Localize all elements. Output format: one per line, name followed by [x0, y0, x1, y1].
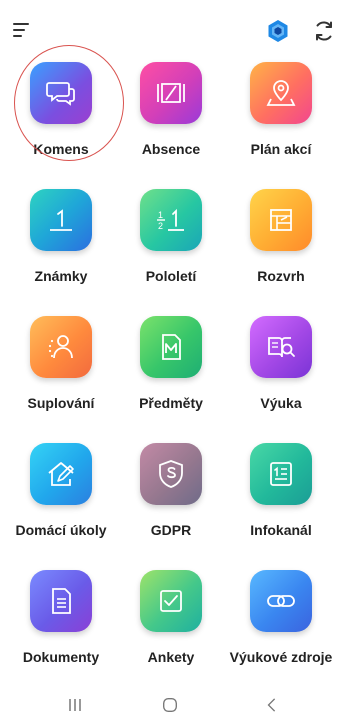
- brand-shield-icon[interactable]: [267, 19, 289, 43]
- tile-infokanal[interactable]: Infokanál: [226, 443, 336, 563]
- substitute-person-icon: [30, 316, 92, 378]
- svg-text:2: 2: [158, 221, 163, 231]
- tile-znamky[interactable]: Známky: [6, 189, 116, 309]
- system-navigation-bar: [0, 690, 341, 719]
- tile-plan-akci[interactable]: Plán akcí: [226, 62, 336, 182]
- document-icon: [30, 570, 92, 632]
- tile-label: Komens: [33, 141, 89, 157]
- tile-label: Domácí úkoly: [15, 522, 107, 538]
- tile-rozvrh[interactable]: Rozvrh: [226, 189, 336, 309]
- home-pencil-icon: [30, 443, 92, 505]
- gdpr-shield-icon: [140, 443, 202, 505]
- tile-absence[interactable]: Absence: [116, 62, 226, 182]
- tile-vyuka[interactable]: Výuka: [226, 316, 336, 436]
- tile-label: Pololetí: [145, 268, 197, 284]
- absence-icon: [140, 62, 202, 124]
- refresh-icon[interactable]: [312, 19, 336, 43]
- grade-one-icon: [30, 189, 92, 251]
- back-icon[interactable]: [252, 694, 292, 716]
- tile-domaci-ukoly[interactable]: Domácí úkoly: [6, 443, 116, 563]
- tile-label: Ankety: [147, 649, 195, 665]
- fraction-icon: 1 2: [140, 189, 202, 251]
- map-pin-icon: [250, 62, 312, 124]
- tile-pololeti[interactable]: 1 2 Pololetí: [116, 189, 226, 309]
- tile-gdpr[interactable]: GDPR: [116, 443, 226, 563]
- tile-suplovani[interactable]: Suplování: [6, 316, 116, 436]
- home-icon[interactable]: [150, 694, 190, 716]
- timetable-icon: [250, 189, 312, 251]
- tile-label: Výuka: [260, 395, 302, 411]
- tile-label: Absence: [141, 141, 201, 157]
- tile-label: Výukové zdroje: [229, 649, 333, 665]
- subject-m-icon: [140, 316, 202, 378]
- book-search-icon: [250, 316, 312, 378]
- tile-komens[interactable]: Komens: [6, 62, 116, 182]
- info-list-icon: [250, 443, 312, 505]
- tile-label: Suplování: [27, 395, 95, 411]
- tile-label: Rozvrh: [257, 268, 305, 284]
- tile-label: Dokumenty: [22, 649, 100, 665]
- tile-label: Předměty: [139, 395, 203, 411]
- recents-icon[interactable]: [55, 694, 95, 716]
- top-bar: [0, 0, 341, 60]
- tile-label: Infokanál: [250, 522, 312, 538]
- hamburger-menu-icon[interactable]: [13, 20, 35, 40]
- checkbox-icon: [140, 570, 202, 632]
- tile-dokumenty[interactable]: Dokumenty: [6, 570, 116, 690]
- link-icon: [250, 570, 312, 632]
- tile-ankety[interactable]: Ankety: [116, 570, 226, 690]
- tile-label: GDPR: [150, 522, 192, 538]
- tile-label: Plán akcí: [250, 141, 312, 157]
- svg-text:1: 1: [158, 210, 163, 220]
- tile-predmety[interactable]: Předměty: [116, 316, 226, 436]
- tile-label: Známky: [34, 268, 88, 284]
- chat-bubbles-icon: [30, 62, 92, 124]
- tile-vyukove-zdroje[interactable]: Výukové zdroje: [226, 570, 336, 690]
